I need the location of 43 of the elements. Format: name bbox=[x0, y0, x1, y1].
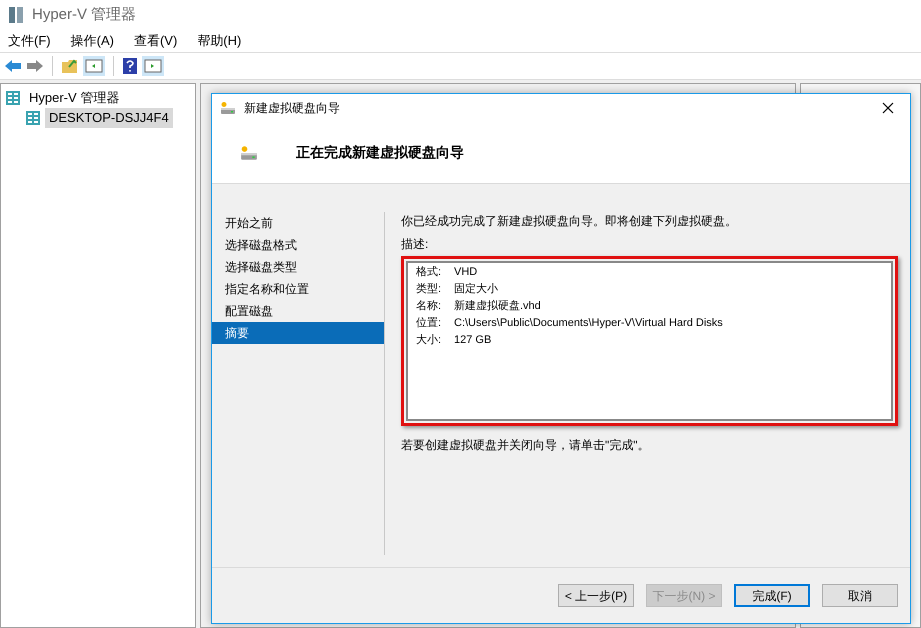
folder-icon[interactable] bbox=[61, 58, 79, 74]
summary-value: VHD bbox=[454, 265, 478, 280]
summary-value: C:\Users\Public\Documents\Hyper-V\Virtual Hard Disks bbox=[454, 316, 723, 331]
wizard-button[interactable]: < 上一步(P) bbox=[558, 584, 634, 607]
summary-label: 名称: bbox=[416, 299, 442, 314]
wizard-button[interactable]: 取消 bbox=[822, 584, 898, 607]
server-icon bbox=[5, 90, 21, 106]
app-icon bbox=[8, 6, 24, 24]
tree-item[interactable]: DESKTOP-DSJJ4F4 bbox=[45, 108, 173, 128]
disk-icon bbox=[220, 101, 236, 115]
wizard-step[interactable]: 配置磁盘 bbox=[212, 300, 384, 322]
tree-item[interactable]: Hyper-V 管理器 bbox=[25, 88, 124, 108]
help-icon[interactable] bbox=[122, 57, 138, 75]
menu-item[interactable]: 查看(V) bbox=[134, 31, 178, 51]
menu-item[interactable]: 文件(F) bbox=[8, 31, 51, 51]
wizard-step[interactable]: 摘要 bbox=[212, 322, 384, 344]
action-pane-icon[interactable] bbox=[142, 56, 164, 76]
summary-label: 位置: bbox=[416, 316, 442, 331]
summary-value: 固定大小 bbox=[454, 282, 498, 297]
wizard-step[interactable]: 指定名称和位置 bbox=[212, 278, 384, 300]
menu-item[interactable]: 操作(A) bbox=[70, 31, 114, 51]
wizard-step[interactable]: 开始之前 bbox=[212, 212, 384, 234]
intro-text: 你已经成功完成了新建虚拟硬盘向导。即将创建下列虚拟硬盘。 bbox=[401, 213, 738, 230]
server-icon bbox=[25, 110, 41, 126]
back-arrow-icon[interactable] bbox=[4, 59, 22, 73]
description-label: 描述: bbox=[401, 236, 430, 253]
forward-arrow-icon[interactable] bbox=[26, 59, 44, 73]
pane-toggle-icon[interactable] bbox=[83, 56, 105, 76]
dialog-title: 新建虚拟硬盘向导 bbox=[244, 100, 340, 117]
menu-item[interactable]: 帮助(H) bbox=[197, 31, 242, 51]
close-icon[interactable] bbox=[882, 102, 894, 114]
summary-value: 新建虚拟硬盘.vhd bbox=[454, 298, 541, 314]
summary-label: 格式: bbox=[416, 265, 442, 280]
summary-value: 127 GB bbox=[454, 333, 492, 348]
summary-label: 类型: bbox=[416, 282, 442, 297]
hint-text: 若要创建虚拟硬盘并关闭向导，请单击"完成"。 bbox=[401, 437, 651, 454]
disk-icon bbox=[240, 144, 258, 160]
wizard-step[interactable]: 选择磁盘格式 bbox=[212, 234, 384, 256]
window-title: Hyper-V 管理器 bbox=[32, 4, 136, 25]
wizard-heading: 正在完成新建虚拟硬盘向导 bbox=[296, 143, 464, 162]
summary-label: 大小: bbox=[416, 333, 442, 348]
wizard-button[interactable]: 完成(F) bbox=[734, 584, 810, 607]
wizard-step[interactable]: 选择磁盘类型 bbox=[212, 256, 384, 278]
